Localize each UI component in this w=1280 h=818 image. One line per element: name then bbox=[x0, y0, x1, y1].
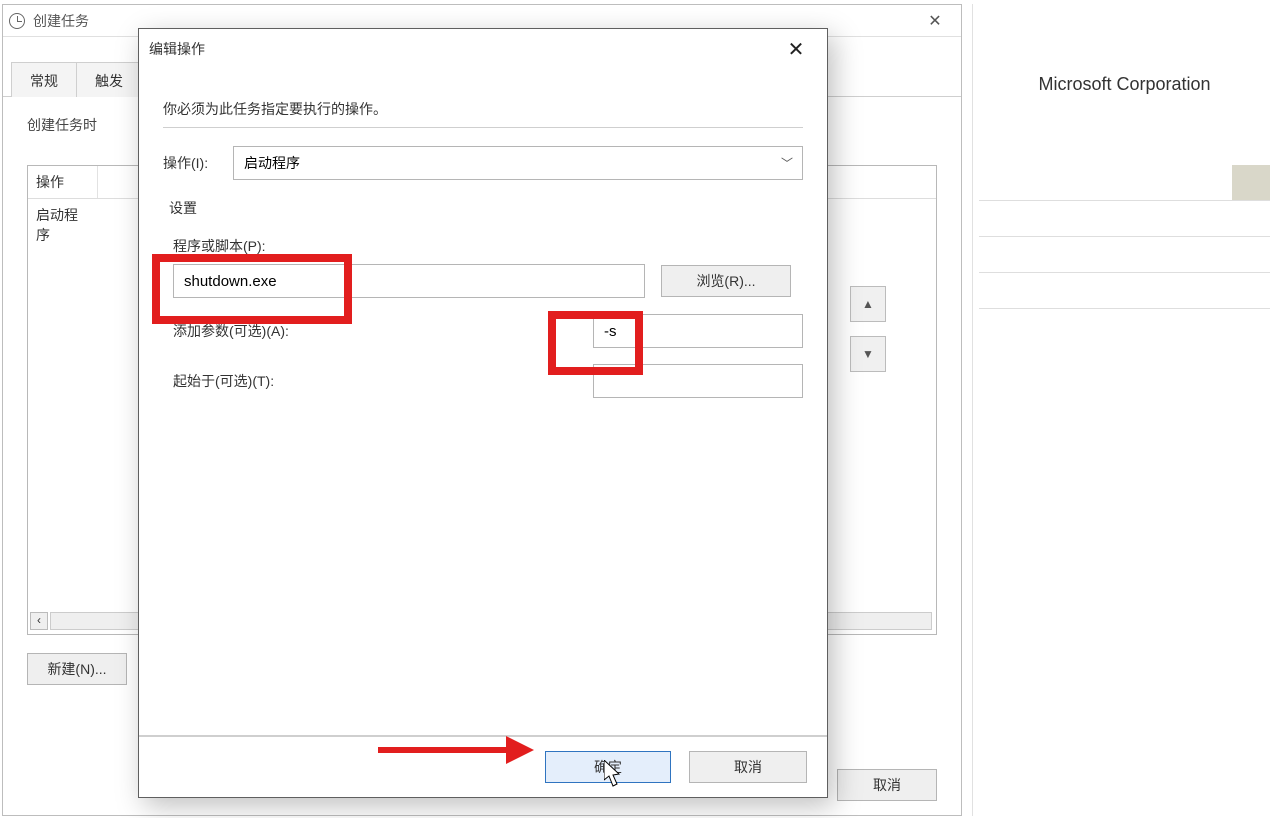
parent-footer: 取消 bbox=[837, 769, 937, 801]
arguments-label: 添加参数(可选)(A): bbox=[173, 321, 289, 341]
action-label: 操作(I): bbox=[163, 153, 221, 173]
modal-description: 你必须为此任务指定要执行的操作。 bbox=[163, 99, 803, 119]
group-settings-label: 设置 bbox=[169, 198, 803, 218]
close-icon[interactable]: ✕ bbox=[775, 34, 817, 64]
edit-action-dialog: 编辑操作 ✕ 你必须为此任务指定要执行的操作。 操作(I): 启动程序 ﹀ 设置… bbox=[138, 28, 828, 798]
clock-icon bbox=[9, 13, 25, 29]
action-row: 操作(I): 启动程序 ﹀ bbox=[163, 146, 803, 180]
list-item bbox=[979, 201, 1270, 237]
tab-general[interactable]: 常规 bbox=[11, 62, 77, 97]
modal-footer: 确定 取消 bbox=[139, 736, 827, 797]
action-select[interactable]: 启动程序 bbox=[233, 146, 803, 180]
brand-label: Microsoft Corporation bbox=[973, 4, 1276, 105]
right-list bbox=[973, 165, 1276, 309]
arguments-field[interactable] bbox=[593, 314, 803, 348]
modal-body: 你必须为此任务指定要执行的操作。 操作(I): 启动程序 ﹀ 设置 程序或脚本(… bbox=[139, 69, 827, 725]
cell-action: 启动程序 bbox=[28, 199, 98, 251]
parent-title: 创建任务 bbox=[33, 11, 89, 31]
list-item bbox=[979, 165, 1270, 201]
close-icon[interactable]: ✕ bbox=[915, 7, 955, 35]
col-action: 操作 bbox=[28, 166, 98, 198]
tab-trigger[interactable]: 触发 bbox=[77, 62, 142, 97]
list-item bbox=[979, 237, 1270, 273]
divider bbox=[163, 127, 803, 128]
cancel-button[interactable]: 取消 bbox=[689, 751, 807, 783]
new-button[interactable]: 新建(N)... bbox=[27, 653, 127, 685]
right-side-panel: Microsoft Corporation bbox=[972, 4, 1276, 816]
scroll-left-button[interactable]: ‹ bbox=[30, 612, 48, 630]
startin-label: 起始于(可选)(T): bbox=[173, 371, 274, 391]
move-down-button[interactable]: ▼ bbox=[850, 336, 886, 372]
program-label: 程序或脚本(P): bbox=[173, 236, 323, 256]
ok-button[interactable]: 确定 bbox=[545, 751, 671, 783]
list-item bbox=[979, 273, 1270, 309]
modal-title: 编辑操作 bbox=[149, 39, 205, 59]
reorder-buttons: ▲ ▼ bbox=[850, 286, 886, 372]
parent-cancel-button[interactable]: 取消 bbox=[837, 769, 937, 801]
action-select-wrap: 启动程序 ﹀ bbox=[233, 146, 803, 180]
browse-button[interactable]: 浏览(R)... bbox=[661, 265, 791, 297]
move-up-button[interactable]: ▲ bbox=[850, 286, 886, 322]
program-field[interactable] bbox=[173, 264, 645, 298]
startin-field[interactable] bbox=[593, 364, 803, 398]
modal-titlebar: 编辑操作 ✕ bbox=[139, 29, 827, 69]
